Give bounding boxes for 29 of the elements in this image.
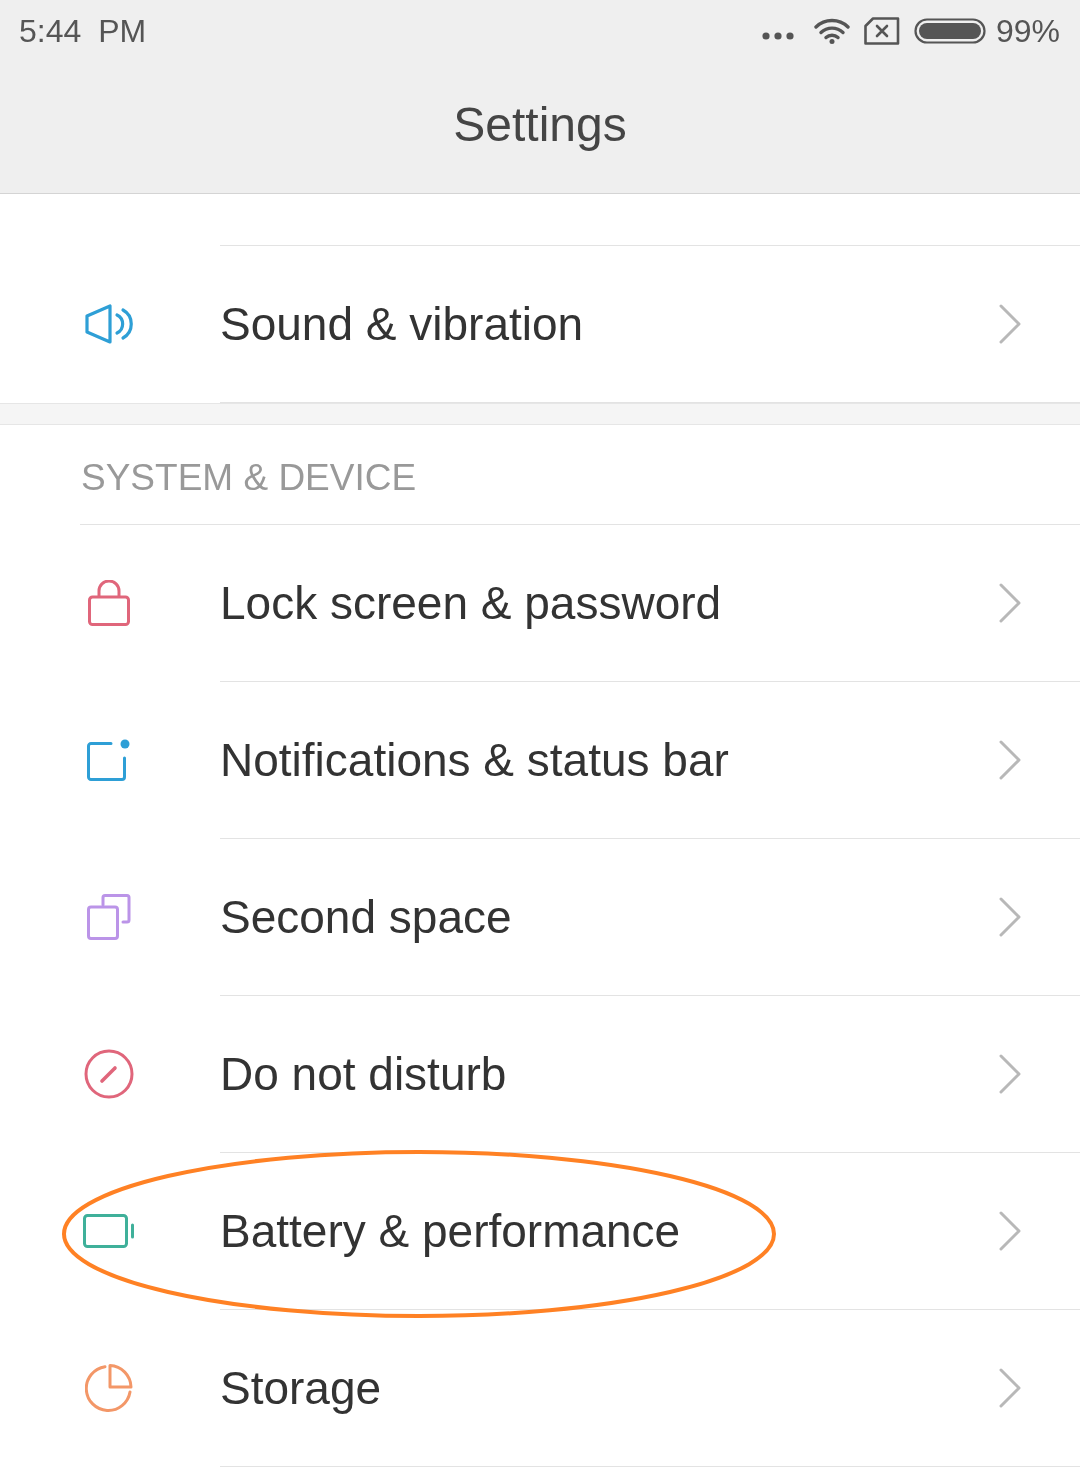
chevron-right-icon <box>998 1368 1022 1408</box>
lock-icon <box>88 580 130 626</box>
battery-level-icon <box>913 18 986 44</box>
settings-item[interactable]: Battery & performance <box>0 1153 1080 1309</box>
battery-icon <box>83 1214 135 1248</box>
clock-time: 5:44 PM <box>19 12 147 50</box>
notification-icon <box>87 739 131 781</box>
settings-item[interactable]: Storage <box>0 1310 1080 1466</box>
battery-percentage: 99% <box>995 12 1060 50</box>
chevron-right-icon <box>998 1054 1022 1094</box>
more-dots-icon <box>761 32 794 40</box>
settings-item[interactable]: Second space <box>0 839 1080 995</box>
section-header: SYSTEM & DEVICE <box>81 456 417 499</box>
chevron-right-icon <box>998 583 1022 623</box>
chevron-right-icon <box>998 1211 1022 1251</box>
chevron-right-icon <box>998 740 1022 780</box>
no-sim-icon <box>863 17 900 45</box>
settings-item[interactable]: Notifications & status bar <box>0 682 1080 838</box>
settings-item[interactable]: Lock screen & password <box>0 525 1080 681</box>
settings-item[interactable]: Do not disturb <box>0 996 1080 1152</box>
pie-chart-icon <box>85 1364 133 1412</box>
chevron-right-icon <box>998 304 1022 344</box>
settings-item[interactable]: Sound & vibration <box>0 246 1080 402</box>
overlapping-squares-icon <box>87 894 131 940</box>
page-title: Settings <box>453 97 627 152</box>
chevron-right-icon <box>998 897 1022 937</box>
wifi-icon <box>813 18 850 44</box>
speaker-icon <box>85 303 133 345</box>
do-not-disturb-icon <box>84 1049 134 1099</box>
